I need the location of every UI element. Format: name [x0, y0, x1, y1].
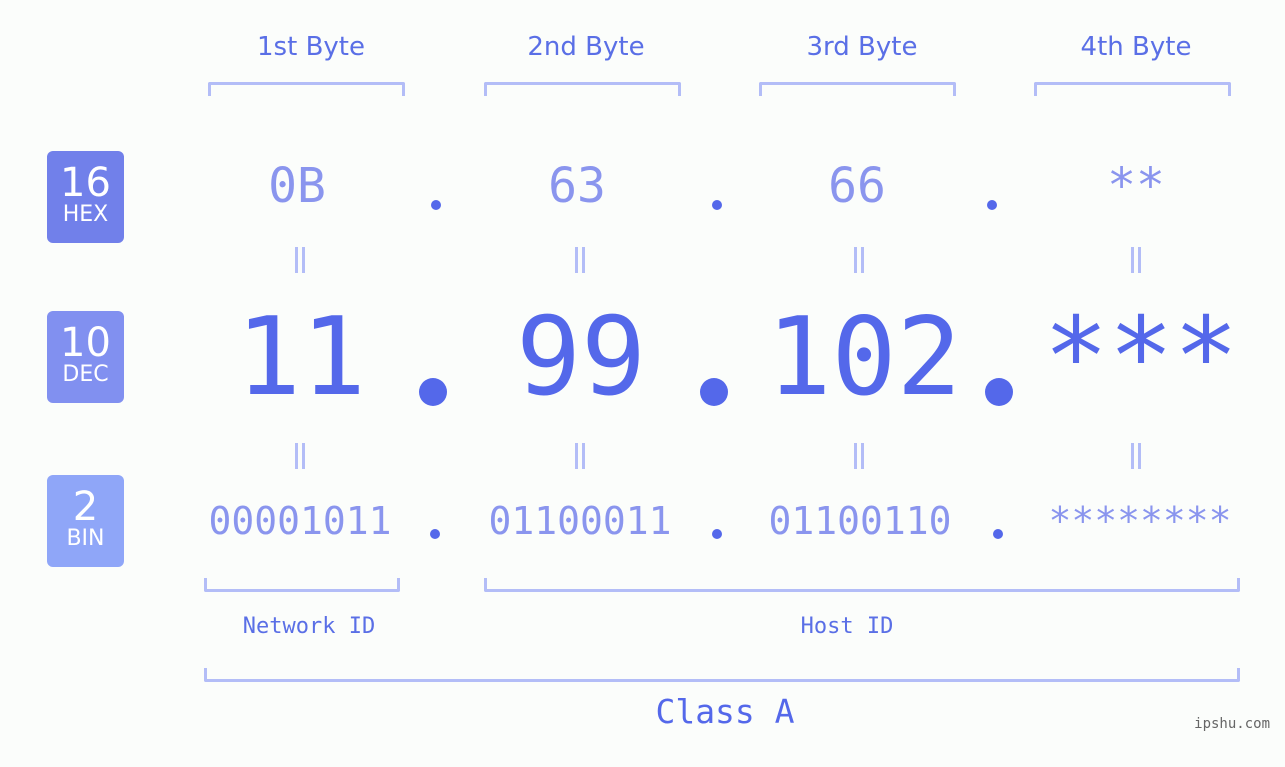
- dec-byte-3: 102: [766, 295, 962, 420]
- byte-bracket-1: [208, 82, 405, 96]
- byte-header-1: 1st Byte: [257, 32, 365, 62]
- dec-badge: 10 DEC: [47, 311, 124, 403]
- dec-badge-number: 10: [60, 320, 111, 366]
- dec-byte-1: 11: [235, 295, 367, 420]
- equals-connector: [295, 443, 305, 469]
- hex-byte-3: 66: [828, 158, 886, 214]
- hex-separator-dot: [712, 200, 722, 210]
- bin-separator-dot: [993, 529, 1003, 539]
- bin-byte-1: 00001011: [208, 499, 392, 543]
- watermark: ipshu.com: [1194, 716, 1270, 732]
- bin-byte-2: 01100011: [488, 499, 672, 543]
- dec-separator-dot: [419, 378, 447, 406]
- equals-connector: [575, 247, 585, 273]
- bin-byte-4: ********: [1048, 499, 1232, 543]
- equals-connector: [1131, 443, 1141, 469]
- hex-separator-dot: [431, 200, 441, 210]
- bin-separator-dot: [430, 529, 440, 539]
- bin-badge-number: 2: [72, 484, 99, 530]
- byte-bracket-3: [759, 82, 956, 96]
- byte-header-3: 3rd Byte: [806, 32, 918, 62]
- hex-badge-number: 16: [60, 160, 111, 206]
- dec-separator-dot: [985, 378, 1013, 406]
- byte-header-2: 2nd Byte: [527, 32, 645, 62]
- bin-badge-label: BIN: [66, 526, 105, 551]
- equals-connector: [1131, 247, 1141, 273]
- hex-badge-label: HEX: [62, 202, 109, 227]
- equals-connector: [854, 247, 864, 273]
- bin-byte-3: 01100110: [768, 499, 952, 543]
- class-bracket: [204, 668, 1240, 682]
- class-label: Class A: [655, 692, 795, 731]
- network-id-bracket: [204, 578, 400, 592]
- host-id-bracket: [484, 578, 1240, 592]
- byte-bracket-2: [484, 82, 681, 96]
- dec-separator-dot: [700, 378, 728, 406]
- hex-byte-2: 63: [548, 158, 606, 214]
- equals-connector: [575, 443, 585, 469]
- byte-bracket-4: [1034, 82, 1231, 96]
- dec-byte-4: ***: [1043, 295, 1239, 420]
- host-id-label: Host ID: [800, 614, 894, 639]
- dec-badge-label: DEC: [62, 362, 109, 387]
- equals-connector: [854, 443, 864, 469]
- bin-badge: 2 BIN: [47, 475, 124, 567]
- hex-byte-1: 0B: [268, 158, 326, 214]
- hex-separator-dot: [987, 200, 997, 210]
- byte-header-4: 4th Byte: [1080, 32, 1192, 62]
- network-id-label: Network ID: [242, 614, 376, 639]
- bin-separator-dot: [712, 529, 722, 539]
- hex-byte-4: **: [1107, 158, 1165, 214]
- dec-byte-2: 99: [515, 295, 647, 420]
- hex-badge: 16 HEX: [47, 151, 124, 243]
- equals-connector: [295, 247, 305, 273]
